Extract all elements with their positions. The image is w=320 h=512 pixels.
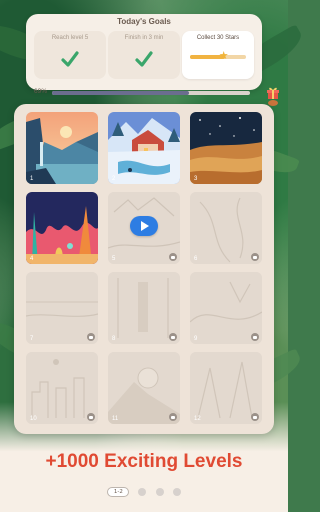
- level-tile-7[interactable]: 7: [26, 272, 98, 344]
- goal-finish-time: Finish in 3 min: [108, 31, 180, 79]
- play-video-button[interactable]: [130, 216, 158, 236]
- level-tile-3[interactable]: 3: [190, 112, 262, 184]
- level-number: 5: [112, 256, 116, 262]
- level-number: 1: [30, 176, 34, 182]
- daily-progress-bar: [52, 91, 250, 95]
- level-tile-10[interactable]: 10: [26, 352, 98, 424]
- daily-progress-fill: [52, 91, 189, 95]
- checkmark-icon: [135, 51, 153, 67]
- lock-icon: [87, 413, 95, 421]
- level-tile-9[interactable]: 9: [190, 272, 262, 344]
- level-grid: 1 2 3 4 5 6 7 8 9 10 11 12: [14, 104, 274, 434]
- page-dot[interactable]: [172, 487, 181, 496]
- lock-icon: [251, 413, 259, 421]
- level-4-artwork: [26, 192, 98, 264]
- page-dot[interactable]: [138, 487, 147, 496]
- level-number: 8: [112, 336, 116, 342]
- level-number: 3: [194, 176, 198, 182]
- lock-icon: [169, 413, 177, 421]
- stars-progress-bar: ★: [190, 50, 246, 61]
- level-1-artwork: [26, 112, 98, 184]
- level-3-artwork: [190, 112, 262, 184]
- level-tile-12[interactable]: 12: [190, 352, 262, 424]
- goal-label: Finish in 3 min: [124, 35, 164, 41]
- lock-icon: [169, 253, 177, 261]
- level-tile-5[interactable]: 5: [108, 192, 180, 264]
- goals-title: Today's Goals: [117, 17, 171, 26]
- level-number: 9: [194, 336, 198, 342]
- level-number: 11: [112, 416, 119, 422]
- lock-icon: [169, 333, 177, 341]
- level-number: 2: [112, 176, 116, 182]
- level-number: 7: [30, 336, 34, 342]
- daily-progress-percent: 69%: [34, 88, 48, 95]
- todays-goals-panel: Today's Goals Reach level 5 Finish in 3 …: [26, 14, 279, 99]
- lock-icon: [87, 333, 95, 341]
- goal-reach-level: Reach level 5: [34, 31, 106, 79]
- headline: +1000 Exciting Levels: [45, 451, 243, 472]
- star-icon: ★: [218, 49, 229, 62]
- level-tile-6[interactable]: 6: [190, 192, 262, 264]
- page-dot-active[interactable]: 1-2: [107, 486, 130, 497]
- level-2-artwork: [108, 112, 180, 184]
- level-number: 10: [30, 416, 37, 422]
- level-tile-1[interactable]: 1: [26, 112, 98, 184]
- level-tile-2[interactable]: 2: [108, 112, 180, 184]
- level-tile-4[interactable]: 4: [26, 192, 98, 264]
- level-number: 6: [194, 256, 198, 262]
- level-number: 12: [194, 416, 201, 422]
- goal-label: Reach level 5: [51, 35, 89, 41]
- level-tile-8[interactable]: 8: [108, 272, 180, 344]
- lock-icon: [251, 333, 259, 341]
- page-dot-label: 1-2: [113, 488, 123, 495]
- page-dot[interactable]: [155, 487, 164, 496]
- page-indicator: 1-2: [0, 481, 288, 497]
- goal-label: Collect 30 Stars: [196, 35, 240, 41]
- goal-collect-stars: Collect 30 Stars ★: [182, 31, 254, 79]
- lock-icon: [251, 253, 259, 261]
- level-tile-11[interactable]: 11: [108, 352, 180, 424]
- level-number: 4: [30, 256, 34, 262]
- gift-icon[interactable]: [266, 85, 280, 99]
- checkmark-icon: [61, 51, 79, 67]
